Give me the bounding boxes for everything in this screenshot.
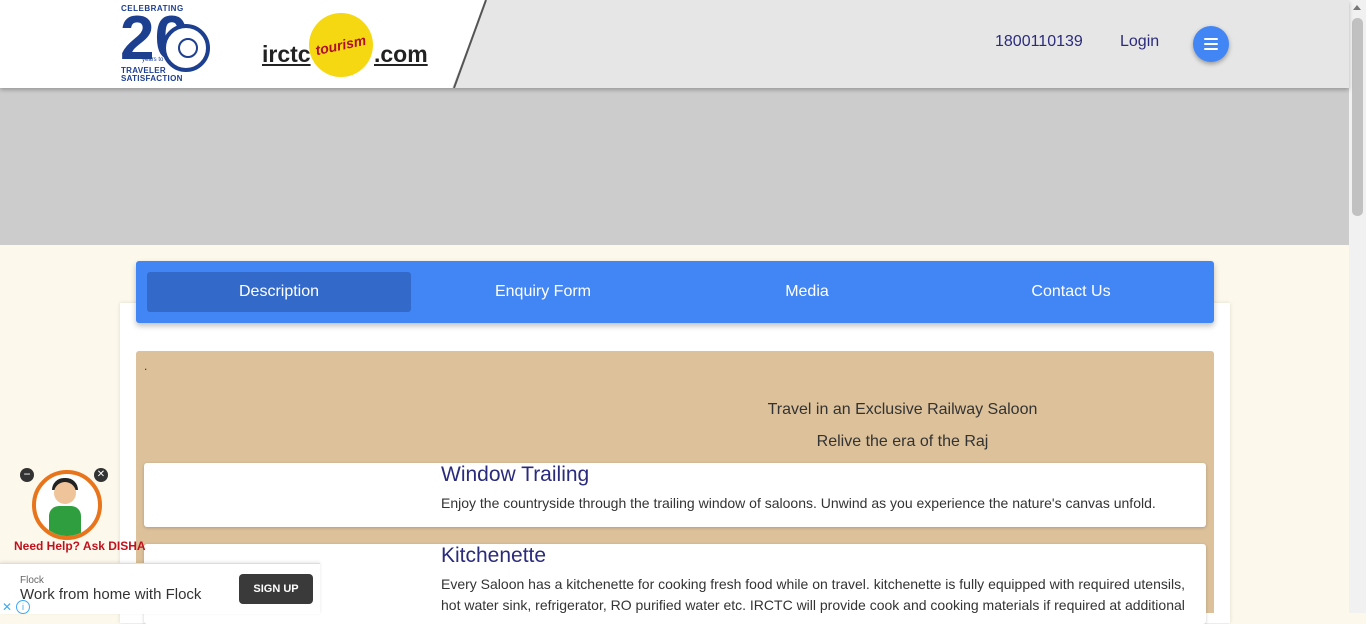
feature-card-window-trailing: Window Trailing Enjoy the countryside th… bbox=[144, 463, 1206, 527]
logo-middle-text: years to bbox=[142, 57, 164, 63]
ad-brand: Flock bbox=[20, 575, 44, 586]
scrollbar-thumb[interactable] bbox=[1352, 18, 1363, 216]
feature-title: Kitchenette bbox=[441, 544, 547, 567]
disha-avatar[interactable] bbox=[32, 470, 102, 540]
feature-title: Window Trailing bbox=[441, 463, 590, 486]
brand-right-text: .com bbox=[374, 41, 428, 67]
menu-button[interactable] bbox=[1193, 26, 1229, 62]
logo-emblem bbox=[162, 24, 210, 72]
tourism-badge-text: tourism bbox=[314, 31, 368, 59]
site-header: CELEBRATING 20 years to TRAVELER SATISFAC… bbox=[0, 0, 1349, 88]
tab-bar: Description Enquiry Form Media Contact U… bbox=[136, 261, 1214, 323]
close-icon[interactable]: ✕ bbox=[94, 468, 108, 482]
disha-help-label[interactable]: Need Help? Ask DISHA bbox=[14, 539, 154, 553]
ad-headline[interactable]: Work from home with Flock bbox=[20, 586, 201, 603]
tab-description[interactable]: Description bbox=[147, 272, 411, 312]
feature-text: Enjoy the countryside through the traili… bbox=[441, 495, 1156, 511]
ad-info-icon[interactable]: i bbox=[16, 600, 30, 614]
minimize-icon[interactable]: − bbox=[20, 468, 34, 482]
tab-contact-us[interactable]: Contact Us bbox=[939, 272, 1203, 312]
page-scrollbar[interactable] bbox=[1349, 0, 1366, 613]
celebrating-20-years-logo[interactable]: CELEBRATING 20 years to TRAVELER SATISFAC… bbox=[118, 4, 210, 84]
tagline-secondary: Relive the era of the Raj bbox=[816, 433, 989, 450]
ad-banner[interactable]: Flock Work from home with Flock SIGN UP … bbox=[0, 563, 320, 614]
helpline-number[interactable]: 1800110139 bbox=[995, 33, 1083, 51]
tab-enquiry-form[interactable]: Enquiry Form bbox=[411, 272, 675, 312]
tagline-primary: Travel in an Exclusive Railway Saloon bbox=[767, 401, 1038, 418]
header-divider bbox=[453, 0, 487, 88]
brand-left-text: irctc bbox=[262, 41, 311, 67]
tourism-badge: tourism bbox=[309, 13, 373, 77]
tab-media[interactable]: Media bbox=[675, 272, 939, 312]
login-link[interactable]: Login bbox=[1120, 33, 1159, 51]
ad-close-icon[interactable]: ✕ bbox=[0, 600, 14, 614]
hamburger-icon bbox=[1204, 38, 1218, 50]
logo-bottom-text: TRAVELER SATISFACTION bbox=[121, 66, 183, 83]
description-dot: . bbox=[144, 359, 148, 373]
scroll-up-arrow-icon[interactable] bbox=[1353, 5, 1361, 10]
irctc-tourism-logo[interactable]: irctc tourism .com bbox=[262, 13, 428, 77]
feature-text: Every Saloon has a kitchenette for cooki… bbox=[441, 576, 1185, 613]
ad-signup-button[interactable]: SIGN UP bbox=[239, 574, 313, 604]
disha-chatbot-widget[interactable]: − ✕ Need Help? Ask DISHA bbox=[14, 464, 148, 556]
hero-banner bbox=[0, 88, 1349, 245]
